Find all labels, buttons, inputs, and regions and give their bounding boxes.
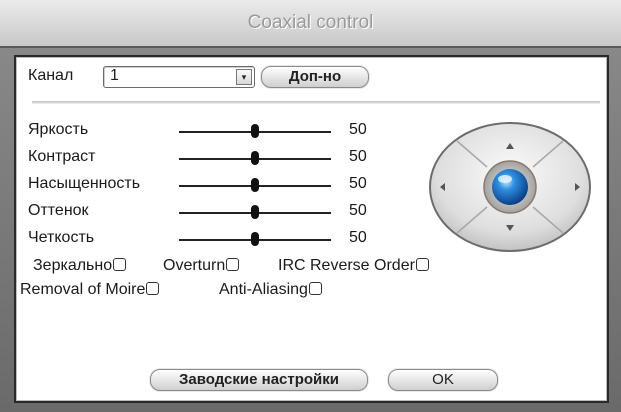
saturation-slider-handle[interactable] [251, 178, 259, 192]
channel-label: Канал [28, 67, 74, 84]
option-mirror-label: Зеркально [33, 257, 113, 274]
coaxial-control-window: Coaxial control Канал 1 ▾ Доп-но Яркость… [0, 0, 621, 412]
option-overturn[interactable]: Overturn [163, 257, 240, 275]
channel-select[interactable]: 1 ▾ [103, 66, 255, 88]
option-removal-of-moire[interactable]: Removal of Moire [20, 281, 160, 299]
contrast-slider-handle[interactable] [251, 151, 259, 165]
hue-value: 50 [349, 202, 367, 219]
option-anti-aliasing-label: Anti-Aliasing [219, 281, 308, 298]
divider [32, 101, 600, 104]
hue-slider-handle[interactable] [251, 205, 259, 219]
sharpness-slider-handle[interactable] [251, 232, 259, 246]
saturation-value: 50 [349, 175, 367, 192]
advanced-button[interactable]: Доп-но [261, 66, 369, 88]
factory-defaults-button[interactable]: Заводские настройки [150, 369, 368, 391]
mirror-checkbox[interactable] [113, 258, 127, 271]
sharpness-value: 50 [349, 229, 367, 246]
contrast-value: 50 [349, 148, 367, 165]
option-removal-of-moire-label: Removal of Moire [20, 281, 146, 298]
brightness-slider-handle[interactable] [251, 124, 259, 138]
hue-label: Оттенок [28, 202, 89, 219]
ptz-direction-pad[interactable] [427, 119, 593, 255]
channel-value: 1 [110, 67, 119, 84]
contrast-label: Контраст [28, 148, 96, 165]
option-overturn-label: Overturn [163, 257, 226, 274]
saturation-label: Насыщенность [28, 175, 141, 192]
brightness-label: Яркость [28, 121, 89, 138]
brightness-value: 50 [349, 121, 367, 138]
anti-aliasing-checkbox[interactable] [308, 282, 322, 295]
window-title: Coaxial control [0, 0, 621, 48]
option-irc-reverse-order[interactable]: IRC Reverse Order [278, 257, 429, 275]
irc-reverse-order-checkbox[interactable] [415, 258, 429, 271]
removal-of-moire-checkbox[interactable] [146, 282, 160, 295]
ok-button[interactable]: OK [388, 369, 498, 391]
overturn-checkbox[interactable] [226, 258, 240, 271]
option-anti-aliasing[interactable]: Anti-Aliasing [219, 281, 322, 299]
chevron-down-icon[interactable]: ▾ [236, 69, 252, 85]
option-mirror[interactable]: Зеркально [33, 257, 127, 275]
sharpness-label: Четкость [28, 229, 95, 246]
settings-panel: Канал 1 ▾ Доп-но Яркость 50 Контраст 50 … [14, 55, 609, 403]
center-ball-icon[interactable] [492, 169, 528, 205]
option-irc-reverse-order-label: IRC Reverse Order [278, 257, 415, 274]
